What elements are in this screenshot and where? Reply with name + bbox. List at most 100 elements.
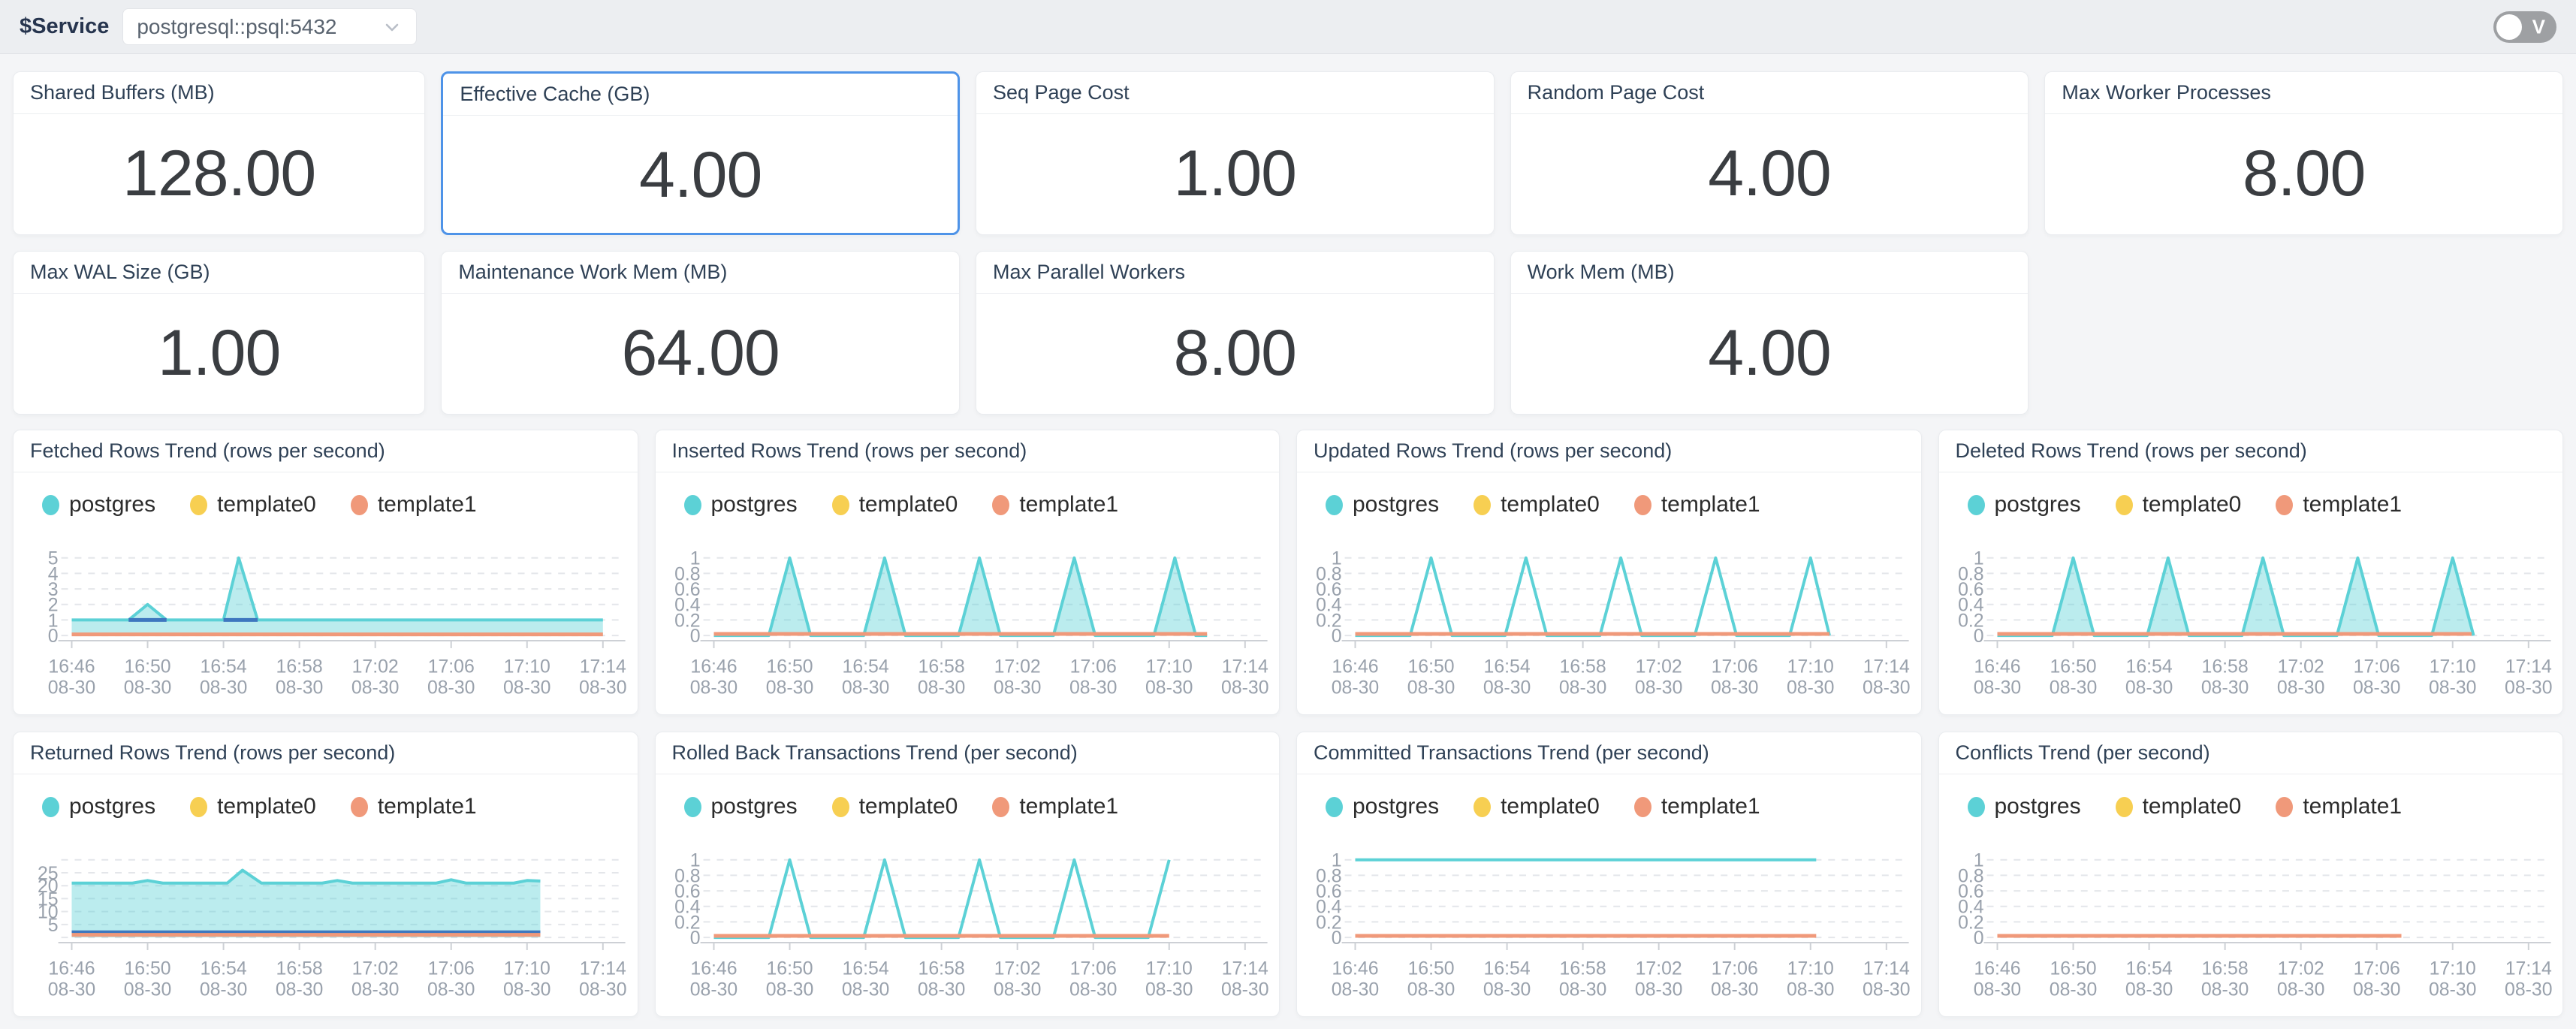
- x-axis-label: 08-30: [124, 980, 172, 1000]
- legend-item[interactable]: postgres: [684, 492, 798, 518]
- x-axis-label: 16:50: [2050, 657, 2096, 677]
- x-axis-label: 16:58: [1560, 959, 1606, 979]
- x-axis-label: 17:02: [352, 657, 399, 677]
- chart-plot: 00.20.40.60.8116:4608-3016:5008-3016:540…: [656, 833, 1280, 1015]
- x-axis-label: 16:54: [842, 657, 888, 677]
- x-axis-label: 16:58: [276, 657, 323, 677]
- x-axis-label: 08-30: [351, 678, 400, 699]
- legend-item[interactable]: postgres: [1326, 794, 1439, 819]
- chart-body: postgres template0 template1 00.20.40.60.81…: [656, 794, 1280, 1015]
- legend-item[interactable]: postgres: [42, 492, 155, 518]
- legend-item[interactable]: template1: [351, 492, 477, 518]
- stat-card[interactable]: Maintenance Work Mem (MB)64.00: [441, 251, 960, 415]
- chart-body: postgrestemplate0template100.20.40.60.81…: [1297, 492, 1921, 713]
- legend-item[interactable]: template1: [2276, 492, 2402, 518]
- x-axis-label: 08-30: [579, 678, 627, 699]
- legend-item[interactable]: template0: [1474, 794, 1600, 819]
- stat-card[interactable]: Max WAL Size (GB)1.00: [13, 251, 425, 415]
- legend-item[interactable]: postgres: [1968, 492, 2081, 518]
- legend-item[interactable]: postgres: [1968, 794, 2081, 819]
- x-axis-label: 16:54: [842, 959, 888, 979]
- version-toggle[interactable]: V: [2493, 11, 2556, 43]
- x-axis-label: 16:46: [48, 657, 95, 677]
- x-axis-label: 08-30: [917, 678, 965, 699]
- chart-card[interactable]: Inserted Rows Trend (rows per second)pos…: [655, 430, 1280, 715]
- legend-label: template0: [1501, 794, 1600, 819]
- x-axis-label: 17:10: [1145, 657, 1192, 677]
- x-axis-label: 08-30: [1787, 980, 1835, 1000]
- x-axis-label: 08-30: [427, 980, 475, 1000]
- x-axis-label: 17:06: [428, 657, 475, 677]
- legend-item[interactable]: postgres: [1326, 492, 1439, 518]
- service-select-value: postgresql::psql:5432: [137, 15, 382, 39]
- y-axis-label: 1: [1973, 549, 1983, 569]
- legend-label: template0: [2143, 794, 2242, 819]
- stat-card[interactable]: Max Parallel Workers8.00: [976, 251, 1495, 415]
- legend-item[interactable]: template0: [2116, 794, 2242, 819]
- legend: postgres template0 template1: [42, 492, 638, 518]
- stat-value: 4.00: [1511, 294, 2029, 412]
- x-axis-label: 08-30: [2352, 678, 2400, 699]
- legend-item[interactable]: template1: [1634, 492, 1760, 518]
- legend-item[interactable]: template1: [351, 794, 477, 819]
- legend-item[interactable]: postgres: [684, 794, 798, 819]
- stat-card[interactable]: Shared Buffers (MB)128.00: [13, 71, 425, 235]
- x-axis-label: 16:58: [918, 657, 964, 677]
- chart-plot: 01234516:4608-3016:5008-3016:5408-3016:5…: [14, 531, 638, 713]
- x-axis-label: 08-30: [841, 678, 889, 699]
- x-axis-label: 08-30: [200, 980, 248, 1000]
- stat-card[interactable]: Effective Cache (GB)4.00: [441, 71, 960, 235]
- stat-card-title: Max Parallel Workers: [976, 252, 1494, 294]
- x-axis-label: 17:06: [1712, 959, 1758, 979]
- chart-card[interactable]: Returned Rows Trend (rows per second)pos…: [13, 732, 638, 1017]
- chart-body: postgrestemplate0template100.20.40.60.81…: [1939, 794, 2563, 1015]
- stat-card[interactable]: Seq Page Cost1.00: [976, 71, 1495, 235]
- chart-plot: 00.20.40.60.8116:4608-3016:5008-3016:540…: [1297, 833, 1921, 1015]
- legend: postgres template0 template1: [1968, 794, 2563, 819]
- legend: postgres template0 template1: [1326, 492, 1921, 518]
- legend-item[interactable]: template1: [2276, 794, 2402, 819]
- legend-item[interactable]: postgres: [42, 794, 155, 819]
- stat-card-title: Effective Cache (GB): [443, 74, 958, 116]
- x-axis-label: 08-30: [993, 678, 1041, 699]
- x-axis-label: 17:06: [1069, 657, 1116, 677]
- chart-card[interactable]: Committed Transactions Trend (per second…: [1296, 732, 1922, 1017]
- legend-dot: [1634, 495, 1651, 515]
- chart-card[interactable]: Updated Rows Trend (rows per second)post…: [1296, 430, 1922, 715]
- legend-item[interactable]: template0: [1474, 492, 1600, 518]
- x-axis-label: 17:14: [580, 959, 626, 979]
- stat-card-title: Max Worker Processes: [2045, 72, 2562, 114]
- legend-item[interactable]: template0: [832, 492, 958, 518]
- chart-card[interactable]: Fetched Rows Trend (rows per second)post…: [13, 430, 638, 715]
- legend-item[interactable]: template1: [1634, 794, 1760, 819]
- x-axis-label: 08-30: [2200, 980, 2249, 1000]
- x-axis-label: 08-30: [689, 678, 738, 699]
- stat-card[interactable]: Max Worker Processes8.00: [2044, 71, 2563, 235]
- legend-item[interactable]: template0: [190, 794, 316, 819]
- x-axis-label: 17:14: [1221, 657, 1268, 677]
- x-axis-label: 17:10: [1787, 657, 1834, 677]
- stat-card[interactable]: Random Page Cost4.00: [1510, 71, 2029, 235]
- service-select[interactable]: postgresql::psql:5432: [122, 8, 417, 45]
- legend-item[interactable]: template1: [992, 492, 1118, 518]
- x-axis-label: 08-30: [1559, 678, 1607, 699]
- x-axis-label: 17:02: [994, 657, 1040, 677]
- legend-item[interactable]: template0: [832, 794, 958, 819]
- stat-card[interactable]: Work Mem (MB)4.00: [1510, 251, 2029, 415]
- chart-card[interactable]: Rolled Back Transactions Trend (per seco…: [655, 732, 1280, 1017]
- legend-item[interactable]: template1: [992, 794, 1118, 819]
- toggle-knob[interactable]: [2496, 14, 2522, 40]
- chart-card[interactable]: Conflicts Trend (per second)postgrestemp…: [1938, 732, 2564, 1017]
- stat-value: 64.00: [442, 294, 959, 412]
- legend-label: template1: [378, 492, 477, 518]
- legend-item[interactable]: template0: [190, 492, 316, 518]
- x-axis-label: 17:14: [2505, 959, 2551, 979]
- x-axis-label: 16:54: [1484, 959, 1531, 979]
- chart-title: Committed Transactions Trend (per second…: [1297, 732, 1921, 774]
- y-axis-label: 25: [38, 864, 59, 884]
- legend-item[interactable]: template0: [2116, 492, 2242, 518]
- chart-card[interactable]: Deleted Rows Trend (rows per second)post…: [1938, 430, 2564, 715]
- x-axis-label: 08-30: [1332, 980, 1380, 1000]
- x-axis-label: 08-30: [1787, 678, 1835, 699]
- x-axis-label: 17:14: [580, 657, 626, 677]
